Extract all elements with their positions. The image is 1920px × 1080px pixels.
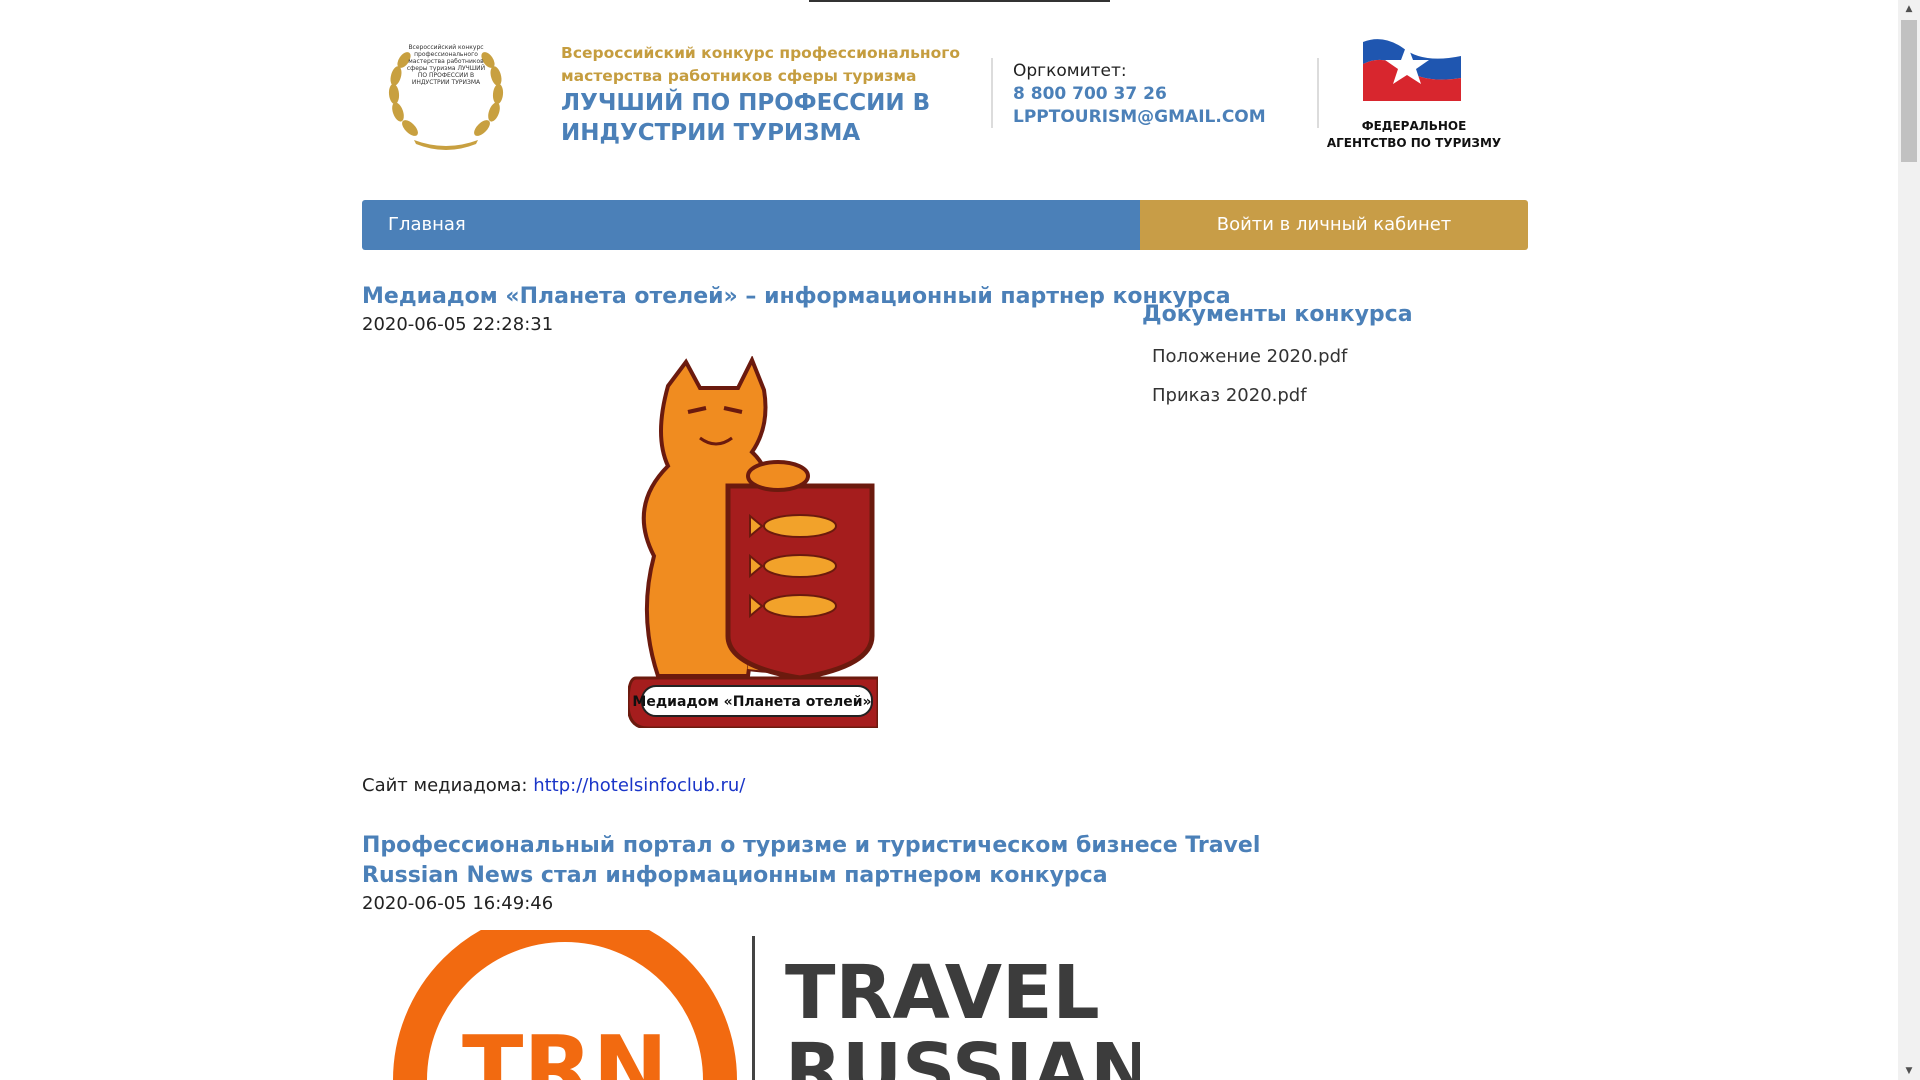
contest-title: ЛУЧШИЙ ПО ПРОФЕССИИ В ИНДУСТРИИ ТУРИЗМА bbox=[561, 90, 931, 146]
login-button[interactable]: Войти в личный кабинет bbox=[1140, 200, 1528, 250]
planeta-oteley-logo-image: Медиадом «Планета отелей» bbox=[628, 356, 878, 728]
contest-laurel-logo: Всероссийский конкурс профессионального … bbox=[388, 44, 504, 150]
scroll-down-arrow-icon[interactable]: ▼ bbox=[1898, 1062, 1920, 1080]
site-label: Сайт медиадома: bbox=[362, 775, 528, 796]
top-rule bbox=[809, 0, 1110, 2]
agency-flag-logo bbox=[1363, 34, 1461, 101]
scroll-up-arrow-icon[interactable]: ▲ bbox=[1898, 0, 1920, 18]
article-title-link[interactable]: Профессиональный портал о туризме и тури… bbox=[362, 831, 1260, 861]
header-divider bbox=[991, 58, 993, 128]
scroll-thumb[interactable] bbox=[1901, 20, 1917, 162]
article-title-link-cont[interactable]: Russian News стал информационным партнер… bbox=[362, 861, 1108, 891]
header-divider bbox=[1317, 58, 1319, 128]
site-link[interactable]: http://hotelsinfoclub.ru/ bbox=[533, 775, 745, 796]
doc-link-prikaz[interactable]: Приказ 2020.pdf bbox=[1152, 384, 1307, 408]
trn-abbr: TRN bbox=[462, 1017, 668, 1080]
trn-word-travel: TRAVEL bbox=[785, 950, 1100, 1036]
organizer-label: Оргкомитет: bbox=[1013, 61, 1127, 81]
travel-russian-news-logo: TRN TRAVEL RUSSIAN bbox=[393, 930, 1140, 1080]
logo-caption: Медиадом «Планета отелей» bbox=[632, 694, 871, 710]
article-date: 2020-06-05 16:49:46 bbox=[362, 893, 554, 914]
vertical-scrollbar[interactable]: ▲ ▼ bbox=[1898, 0, 1920, 1080]
laurel-text: Всероссийский конкурс профессионального … bbox=[406, 44, 486, 86]
documents-title: Документы конкурса bbox=[1142, 302, 1413, 327]
trn-word-russian: RUSSIAN bbox=[785, 1028, 1140, 1080]
article-site-line: Сайт медиадома: http://hotelsinfoclub.ru… bbox=[362, 774, 745, 798]
main-nav: Главная Войти в личный кабинет bbox=[362, 200, 1528, 250]
article-date: 2020-06-05 22:28:31 bbox=[362, 314, 554, 335]
contest-subtitle: Всероссийский конкурс профессионального … bbox=[561, 44, 961, 85]
nav-home-link[interactable]: Главная bbox=[362, 200, 1140, 250]
agency-name: ФЕДЕРАЛЬНОЕ АГЕНТСТВО ПО ТУРИЗМУ bbox=[1326, 119, 1502, 150]
article-title-link[interactable]: Медиадом «Планета отелей» – информационн… bbox=[362, 282, 1231, 312]
organizer-email-link[interactable]: LPPTOURISM@GMAIL.COM bbox=[1013, 106, 1266, 128]
doc-link-polozhenie[interactable]: Положение 2020.pdf bbox=[1152, 345, 1347, 369]
organizer-phone-link[interactable]: 8 800 700 37 26 bbox=[1013, 83, 1167, 105]
